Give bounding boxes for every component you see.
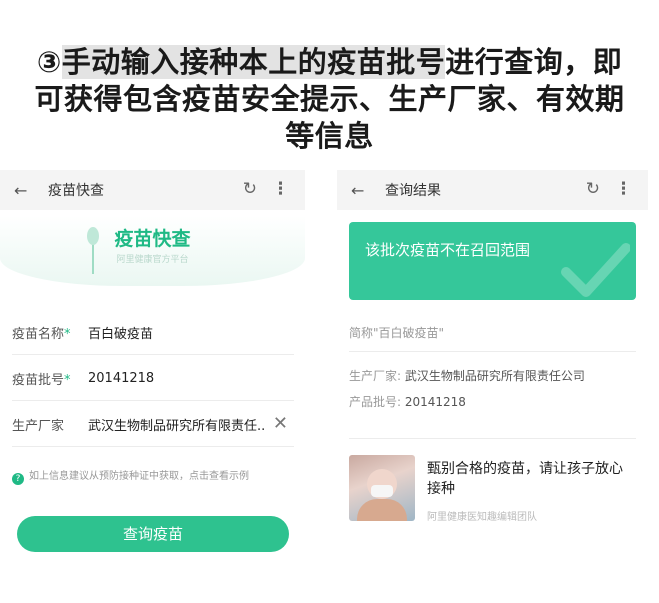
batch-number-label: 疫苗批号*: [12, 369, 88, 388]
vaccine-name-label: 疫苗名称*: [12, 323, 88, 342]
hint-text: 如上信息建议从预防接种证中获取，点击查看示例: [29, 471, 249, 482]
top-bar: ← 查询结果 ↻ ⋮: [337, 170, 648, 210]
manufacturer-label: 生产厂家:: [349, 369, 405, 383]
divider: [349, 351, 636, 352]
manufacturer-value[interactable]: 武汉生物制品研究所有限责任..: [88, 415, 265, 434]
required-mark: *: [64, 372, 71, 388]
query-result-screen: ← 查询结果 ↻ ⋮ 该批次疫苗不在召回范围 简称"百白破疫苗" 生产厂家: 武…: [337, 170, 648, 570]
screen-title: 疫苗快查: [48, 183, 104, 199]
caption-line-1: ③手动输入接种本上的疫苗批号进行查询，即: [0, 44, 659, 81]
vaccine-query-screen: ← 疫苗快查 ↻ ⋮ 疫苗快查 阿里健康官方平台 疫苗名称* 百白破疫苗 疫苗批…: [0, 170, 305, 595]
vaccine-banner: 疫苗快查 阿里健康官方平台: [0, 216, 305, 286]
required-mark: *: [64, 326, 71, 342]
more-options-icon[interactable]: ⋮: [615, 179, 632, 199]
banner-title: 疫苗快查: [114, 228, 191, 250]
vaccine-name-label-text: 疫苗名称: [12, 326, 65, 342]
article-source: 阿里健康医知趣编辑团队: [427, 512, 537, 523]
article-title[interactable]: 甄别合格的疫苗，请让孩子放心接种: [427, 459, 627, 499]
caption-line-2: 可获得包含疫苗安全提示、生产厂家、有效期: [34, 82, 625, 116]
screen-title: 查询结果: [385, 183, 441, 199]
query-vaccine-button[interactable]: 查询疫苗: [17, 516, 289, 552]
refresh-icon[interactable]: ↻: [243, 179, 257, 199]
banner-subtitle: 阿里健康官方平台: [116, 255, 189, 265]
vaccine-name-value[interactable]: 百白破疫苗: [88, 323, 153, 342]
manufacturer-field[interactable]: 生产厂家 武汉生物制品研究所有限责任.. ✕: [12, 402, 294, 447]
clear-icon[interactable]: ✕: [273, 413, 288, 434]
more-options-icon[interactable]: ⋮: [272, 179, 289, 199]
face-mask-shape: [371, 485, 393, 497]
instruction-caption: ③手动输入接种本上的疫苗批号进行查询，即 可获得包含疫苗安全提示、生产厂家、有效…: [0, 44, 659, 155]
article-card[interactable]: 甄别合格的疫苗，请让孩子放心接种 阿里健康医知趣编辑团队: [349, 455, 639, 535]
vaccine-name-field[interactable]: 疫苗名称* 百白破疫苗: [12, 310, 294, 355]
manufacturer-value: 武汉生物制品研究所有限责任公司: [404, 369, 585, 383]
question-icon: ?: [12, 473, 24, 485]
batch-value: 20141218: [404, 395, 466, 409]
manufacturer-info: 生产厂家: 武汉生物制品研究所有限责任公司: [349, 367, 585, 384]
circled-number: ③: [36, 45, 62, 79]
result-status-text: 该批次疫苗不在召回范围: [365, 241, 531, 259]
checkmark-icon: [561, 243, 630, 297]
top-bar: ← 疫苗快查 ↻ ⋮: [0, 170, 305, 210]
article-thumbnail: [349, 455, 415, 521]
batch-info: 产品批号: 20141218: [349, 393, 466, 410]
batch-number-field[interactable]: 疫苗批号* 20141218: [12, 356, 294, 401]
batch-number-value[interactable]: 20141218: [88, 371, 154, 386]
child-body-shape: [357, 499, 407, 521]
caption-highlight: 手动输入接种本上的疫苗批号: [61, 45, 446, 79]
divider: [349, 438, 636, 439]
refresh-icon[interactable]: ↻: [586, 179, 600, 199]
caption-line-3: 等信息: [285, 119, 374, 153]
manufacturer-label: 生产厂家: [12, 418, 65, 434]
back-arrow-icon[interactable]: ←: [14, 181, 36, 200]
batch-label: 产品批号:: [349, 395, 405, 409]
caption-line-1-rest: 进行查询，即: [445, 45, 623, 79]
result-status-card: 该批次疫苗不在召回范围: [349, 222, 636, 300]
back-arrow-icon[interactable]: ←: [351, 181, 373, 200]
info-hint[interactable]: ? 如上信息建议从预防接种证中获取，点击查看示例: [12, 470, 297, 485]
batch-number-label-text: 疫苗批号: [12, 372, 65, 388]
short-name-text: 简称"百白破疫苗": [349, 326, 445, 340]
